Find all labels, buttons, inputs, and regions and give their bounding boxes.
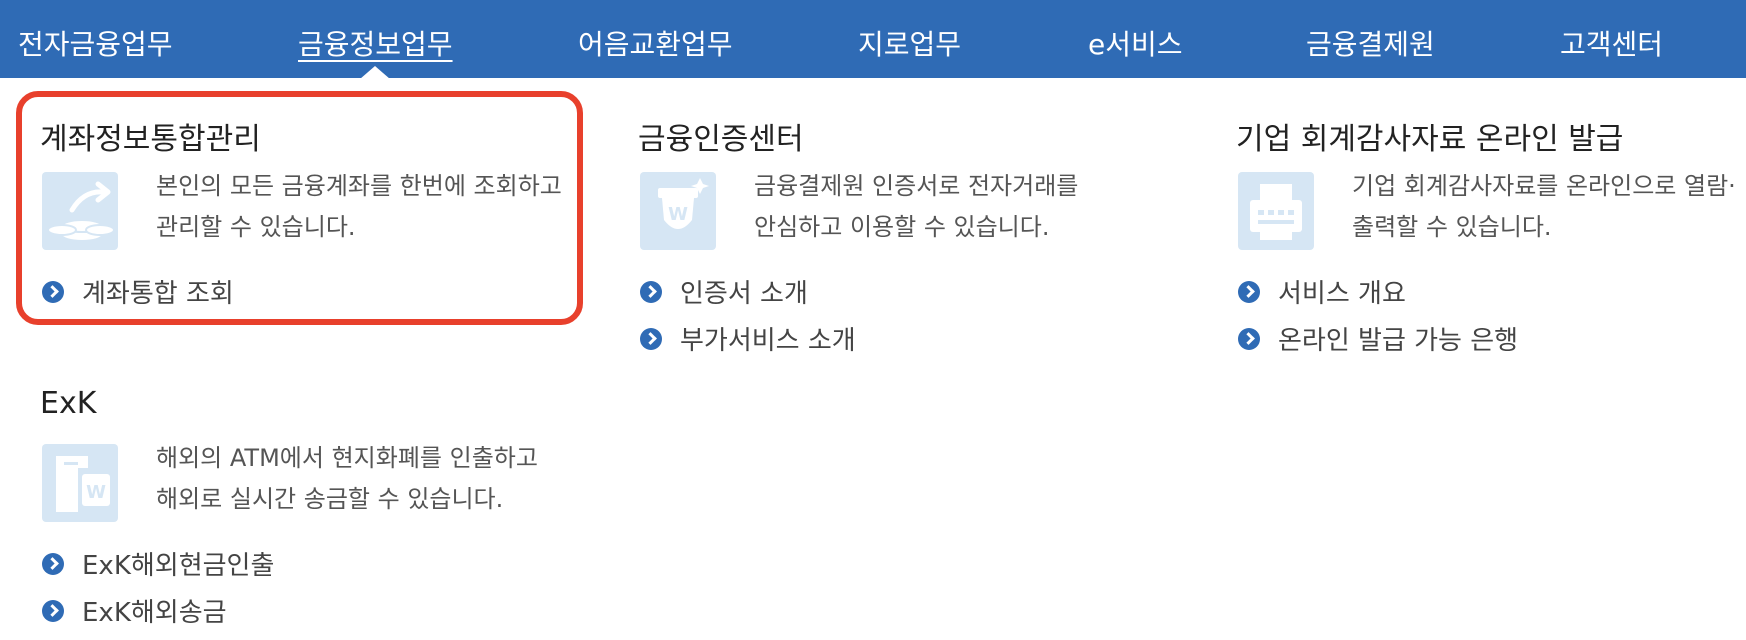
- description-line: 출력할 수 있습니다.: [1352, 213, 1552, 241]
- nav-item-electronic-finance[interactable]: 전자금융업무: [18, 0, 173, 78]
- link-label: ExK해외현금인출: [82, 551, 275, 581]
- section-description: 해외의 ATM에서 현지화폐를 인출하고 해외로 실시간 송금할 수 있습니다.: [156, 438, 538, 520]
- link-label: 서비스 개요: [1278, 279, 1406, 309]
- description-line: 금융결제원 인증서로 전자거래를: [754, 172, 1079, 200]
- section-description: 본인의 모든 금융계좌를 한번에 조회하고 관리할 수 있습니다.: [156, 166, 562, 248]
- section-link-list: 계좌통합 조회: [42, 268, 234, 315]
- link-label: 인증서 소개: [680, 279, 808, 309]
- link-label: 온라인 발급 가능 은행: [1278, 326, 1519, 356]
- nav-item-giro[interactable]: 지로업무: [858, 0, 961, 78]
- section-financial-certificate-center: 금융인증센터 W 금융결제원 인증서로 전자거래를 안심하고 이용할 수 있습니…: [638, 114, 1158, 356]
- nav-item-bill-exchange[interactable]: 어음교환업무: [578, 0, 733, 78]
- certificate-icon: W: [640, 172, 716, 250]
- nav-item-kftc[interactable]: 금융결제원: [1306, 0, 1435, 78]
- top-navigation-bar: 전자금융업무 금융정보업무 어음교환업무 지로업무 e서비스 금융결제원 고객센…: [0, 0, 1746, 78]
- chevron-right-circle-icon: [42, 280, 64, 303]
- chevron-right-circle-icon: [42, 599, 64, 622]
- section-title: 금융인증센터: [638, 122, 804, 157]
- description-line: 기업 회계감사자료를 온라인으로 열람·: [1352, 172, 1736, 200]
- link-account-integrated-inquiry[interactable]: 계좌통합 조회: [42, 268, 234, 315]
- description-line: 본인의 모든 금융계좌를 한번에 조회하고: [156, 172, 562, 200]
- printer-icon: [1238, 172, 1314, 250]
- link-exk-overseas-cash-withdrawal[interactable]: ExK해외현금인출: [42, 540, 274, 587]
- link-label: 계좌통합 조회: [82, 279, 234, 309]
- section-title: 계좌정보통합관리: [40, 122, 261, 157]
- link-service-overview[interactable]: 서비스 개요: [1238, 268, 1518, 315]
- chevron-right-circle-icon: [640, 280, 662, 303]
- section-title: ExK: [40, 386, 97, 421]
- link-additional-service-intro[interactable]: 부가서비스 소개: [640, 315, 856, 362]
- link-certificate-intro[interactable]: 인증서 소개: [640, 268, 856, 315]
- section-description: 금융결제원 인증서로 전자거래를 안심하고 이용할 수 있습니다.: [754, 166, 1078, 248]
- section-description: 기업 회계감사자료를 온라인으로 열람· 출력할 수 있습니다.: [1352, 166, 1736, 248]
- link-exk-overseas-remittance[interactable]: ExK해외송금: [42, 587, 274, 634]
- description-line: 안심하고 이용할 수 있습니다.: [754, 213, 1050, 241]
- section-link-list: 서비스 개요 온라인 발급 가능 은행: [1238, 268, 1518, 362]
- section-title: 기업 회계감사자료 온라인 발급: [1236, 122, 1624, 157]
- link-label: 부가서비스 소개: [680, 326, 856, 356]
- active-menu-caret: [360, 66, 390, 79]
- section-exk: ExK W 해외의 ATM에서 현지화폐를 인출하고 해외로 실시간 송금할 수…: [40, 386, 580, 628]
- link-online-issuance-banks[interactable]: 온라인 발급 가능 은행: [1238, 315, 1518, 362]
- description-line: 해외의 ATM에서 현지화폐를 인출하고: [156, 444, 538, 472]
- coins-transfer-icon: [42, 172, 118, 250]
- svg-text:W: W: [668, 204, 688, 225]
- chevron-right-circle-icon: [1238, 280, 1260, 303]
- svg-text:W: W: [86, 482, 106, 503]
- section-account-info-management: 계좌정보통합관리 본인의 모든 금융계좌를 한번에 조회하고 관리할 수 있습니…: [40, 114, 580, 334]
- atm-icon: W: [42, 444, 118, 522]
- description-line: 관리할 수 있습니다.: [156, 213, 356, 241]
- section-link-list: ExK해외현금인출 ExK해외송금: [42, 540, 274, 634]
- chevron-right-circle-icon: [640, 327, 662, 350]
- nav-item-customer-center[interactable]: 고객센터: [1560, 0, 1663, 78]
- description-line: 해외로 실시간 송금할 수 있습니다.: [156, 485, 504, 513]
- chevron-right-circle-icon: [1238, 327, 1260, 350]
- section-audit-data-online-issuance: 기업 회계감사자료 온라인 발급 기업 회계감사자료를 온라인으로 열람· 출력…: [1236, 114, 1746, 356]
- link-label: ExK해외송금: [82, 598, 227, 628]
- chevron-right-circle-icon: [42, 552, 64, 575]
- nav-item-e-service[interactable]: e서비스: [1088, 0, 1183, 78]
- section-link-list: 인증서 소개 부가서비스 소개: [640, 268, 856, 362]
